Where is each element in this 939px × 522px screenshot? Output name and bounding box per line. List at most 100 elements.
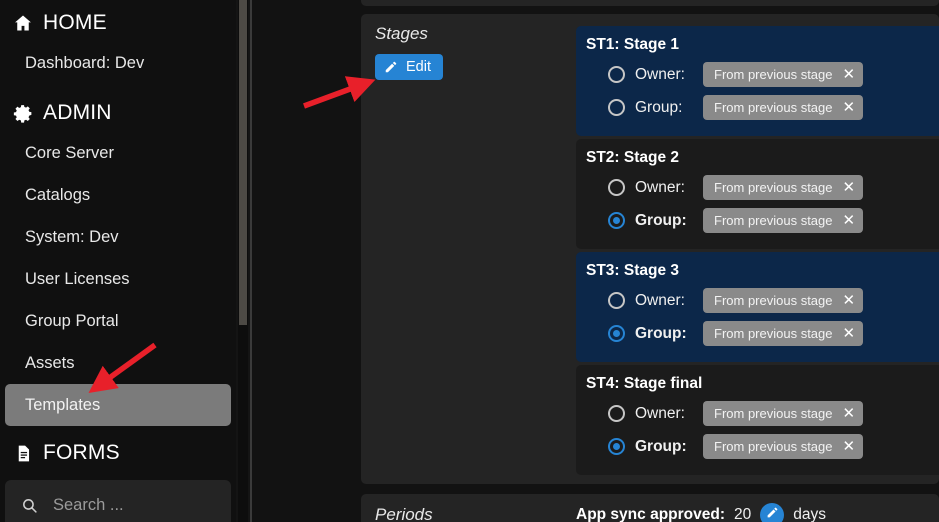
owner-value-text: From previous stage: [714, 67, 833, 82]
group-radio[interactable]: [608, 99, 625, 116]
owner-value-pill[interactable]: From previous stage ✕: [703, 62, 864, 87]
group-radio[interactable]: [608, 438, 625, 455]
sidebar-section-label: FORMS: [43, 441, 120, 464]
main-content: Stages Edit ST1: Stage 1 Owner: From pre…: [252, 0, 939, 522]
group-label: Group:: [635, 437, 687, 455]
pencil-icon: [766, 506, 779, 522]
group-value-text: From previous stage: [714, 326, 833, 341]
owner-value-pill[interactable]: From previous stage ✕: [703, 401, 864, 426]
sidebar-item-core-server[interactable]: Core Server: [5, 132, 231, 174]
owner-label: Owner:: [635, 404, 685, 422]
pencil-icon: [384, 60, 398, 74]
sidebar-item-label: Group Portal: [25, 311, 119, 330]
owner-value-pill[interactable]: From previous stage ✕: [703, 175, 864, 200]
sidebar-item-system-dev[interactable]: System: Dev: [5, 216, 231, 258]
sidebar-item-label: System: Dev: [25, 227, 119, 246]
stage-title: ST3: Stage 3: [586, 262, 680, 279]
search-input[interactable]: [51, 494, 221, 516]
stages-edit-button[interactable]: Edit: [375, 54, 443, 80]
stage-title: ST1: Stage 1: [586, 36, 680, 53]
periods-panel: Periods App sync approved: 20 days: [361, 494, 939, 522]
group-value-pill[interactable]: From previous stage ✕: [703, 95, 864, 120]
app-window: HOME Dashboard: Dev ADMIN Core Server Ca…: [0, 0, 939, 522]
stage-owner-row: Owner: From previous stage ✕: [584, 397, 939, 430]
close-icon[interactable]: ✕: [843, 180, 856, 195]
sidebar-item-label: User Licenses: [25, 269, 130, 288]
owner-value-pill[interactable]: From previous stage ✕: [703, 288, 864, 313]
group-label: Group:: [635, 211, 687, 229]
owner-radio[interactable]: [608, 292, 625, 309]
stage-group-row: Group: From previous stage ✕: [584, 91, 939, 124]
stage-card-st1: ST1: Stage 1 Owner: From previous stage …: [576, 26, 939, 136]
app-sync-approved-unit: days: [793, 506, 826, 522]
sidebar-item-label: Catalogs: [25, 185, 91, 204]
owner-radio[interactable]: [608, 405, 625, 422]
close-icon[interactable]: ✕: [843, 406, 856, 421]
stage-card-st4: ST4: Stage final Owner: From previous st…: [576, 365, 939, 475]
owner-label: Owner:: [635, 291, 685, 309]
group-label: Group:: [635, 324, 687, 342]
stages-panel: Stages Edit ST1: Stage 1 Owner: From pre…: [361, 14, 939, 484]
sidebar-item-label: Dashboard: Dev: [25, 53, 145, 72]
gear-icon: [12, 102, 34, 124]
group-radio[interactable]: [608, 212, 625, 229]
close-icon[interactable]: ✕: [843, 100, 856, 115]
sidebar-section-label: HOME: [43, 11, 107, 34]
group-value-pill[interactable]: From previous stage ✕: [703, 321, 864, 346]
sidebar-item-templates[interactable]: Templates: [5, 384, 231, 426]
sidebar-item-user-licenses[interactable]: User Licenses: [5, 258, 231, 300]
close-icon[interactable]: ✕: [843, 439, 856, 454]
search-icon: [21, 497, 39, 514]
panel-above-partial: [361, 0, 939, 6]
owner-value-text: From previous stage: [714, 293, 833, 308]
search-box[interactable]: [5, 480, 231, 522]
sidebar-scrollbar-thumb[interactable]: [239, 0, 247, 325]
stage-owner-row: Owner: From previous stage ✕: [584, 58, 939, 91]
sidebar-section-admin: ADMIN: [0, 94, 236, 132]
owner-value-text: From previous stage: [714, 406, 833, 421]
group-value-text: From previous stage: [714, 100, 833, 115]
stage-title: ST4: Stage final: [586, 375, 703, 392]
stage-title: ST2: Stage 2: [586, 149, 680, 166]
sidebar-item-label: Core Server: [25, 143, 114, 162]
sidebar-section-home: HOME: [0, 4, 236, 42]
stage-card-list: ST1: Stage 1 Owner: From previous stage …: [576, 26, 939, 478]
owner-label: Owner:: [635, 65, 685, 83]
group-label: Group:: [635, 98, 683, 116]
app-sync-approved-label: App sync approved:: [576, 506, 725, 522]
sidebar-item-group-portal[interactable]: Group Portal: [5, 300, 231, 342]
close-icon[interactable]: ✕: [843, 326, 856, 341]
document-icon: [12, 442, 34, 464]
stage-owner-row: Owner: From previous stage ✕: [584, 171, 939, 204]
close-icon[interactable]: ✕: [843, 67, 856, 82]
app-sync-approved-value: 20: [734, 506, 752, 522]
close-icon[interactable]: ✕: [843, 213, 856, 228]
periods-section-label: Periods: [375, 505, 433, 522]
owner-radio[interactable]: [608, 179, 625, 196]
group-value-pill[interactable]: From previous stage ✕: [703, 434, 864, 459]
stage-card-st2: ST2: Stage 2 Owner: From previous stage …: [576, 139, 939, 249]
sidebar-item-dashboard-dev[interactable]: Dashboard: Dev: [5, 42, 231, 84]
sidebar-item-label: Templates: [25, 395, 101, 414]
owner-radio[interactable]: [608, 66, 625, 83]
sidebar: HOME Dashboard: Dev ADMIN Core Server Ca…: [0, 0, 236, 522]
stage-card-st3: ST3: Stage 3 Owner: From previous stage …: [576, 252, 939, 362]
stages-edit-button-label: Edit: [406, 59, 431, 75]
close-icon[interactable]: ✕: [843, 293, 856, 308]
sidebar-section-forms: FORMS: [0, 434, 236, 472]
sidebar-item-assets[interactable]: Assets: [5, 342, 231, 384]
stage-group-row: Group: From previous stage ✕: [584, 317, 939, 350]
group-value-text: From previous stage: [714, 213, 833, 228]
sidebar-item-catalogs[interactable]: Catalogs: [5, 174, 231, 216]
group-radio[interactable]: [608, 325, 625, 342]
owner-value-text: From previous stage: [714, 180, 833, 195]
group-value-pill[interactable]: From previous stage ✕: [703, 208, 864, 233]
stage-group-row: Group: From previous stage ✕: [584, 204, 939, 237]
app-sync-approved-edit-button[interactable]: [760, 503, 785, 522]
stage-group-row: Group: From previous stage ✕: [584, 430, 939, 463]
sidebar-section-label: ADMIN: [43, 101, 112, 124]
app-sync-approved-row: App sync approved: 20 days: [576, 503, 826, 522]
group-value-text: From previous stage: [714, 439, 833, 454]
owner-label: Owner:: [635, 178, 685, 196]
home-icon: [12, 12, 34, 34]
